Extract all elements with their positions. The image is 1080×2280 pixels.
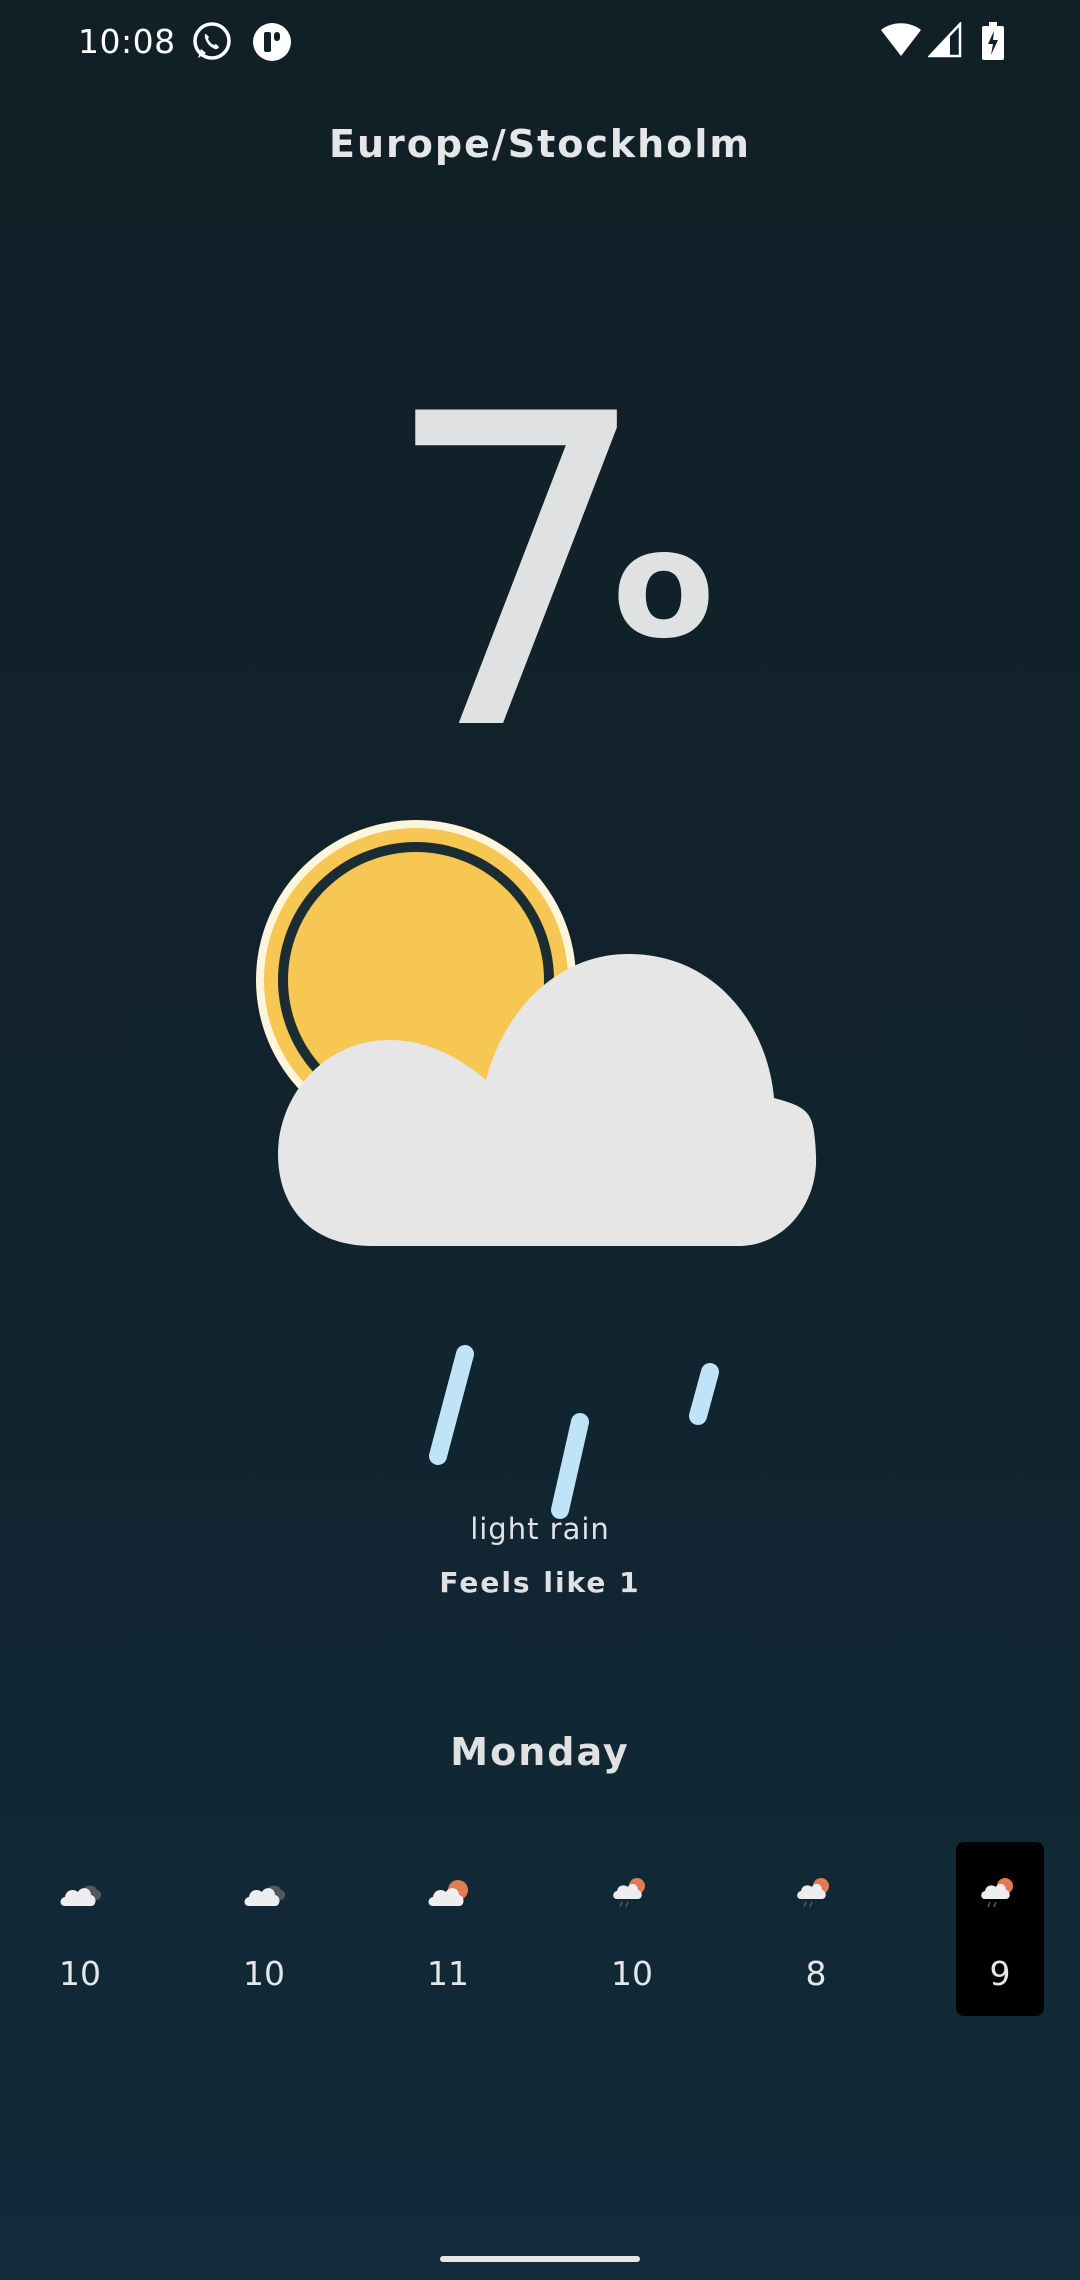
hourly-forecast: 10 10 11 10 8 9	[36, 1842, 1044, 2016]
forecast-item[interactable]: 11	[404, 1842, 492, 2016]
status-time: 10:08	[78, 22, 176, 61]
condition-text: light rain	[470, 1512, 610, 1546]
forecast-item[interactable]: 10	[220, 1842, 308, 2016]
forecast-temp: 11	[427, 1954, 469, 1993]
forecast-temp: 10	[243, 1954, 285, 1993]
cloud-sun-icon	[428, 1880, 468, 1906]
battery-charging-icon	[982, 22, 1004, 60]
day-label: Monday	[450, 1730, 630, 1774]
current-temperature: 7 o	[0, 360, 1080, 790]
status-bar: 10:08	[0, 0, 1080, 90]
wifi-icon	[881, 23, 921, 56]
forecast-temp: 10	[611, 1954, 653, 1993]
forecast-item[interactable]: 8	[772, 1842, 860, 2016]
forecast-item[interactable]: 10	[36, 1842, 124, 2016]
cloudy-icon	[244, 1885, 286, 1906]
temperature-unit: o	[612, 498, 716, 672]
cloud-sun-rain-icon	[981, 1878, 1013, 1908]
home-indicator[interactable]	[440, 2256, 640, 2262]
forecast-temp: 10	[59, 1954, 101, 1993]
cellular-signal-icon	[928, 22, 962, 58]
forecast-item[interactable]: 10	[588, 1842, 676, 2016]
forecast-temp: 8	[805, 1954, 827, 1993]
whatsapp-icon	[193, 22, 231, 60]
location-title: Europe/Stockholm	[329, 122, 751, 166]
forecast-item-selected[interactable]: 9	[956, 1842, 1044, 2016]
cloudy-icon	[60, 1885, 102, 1906]
app-notification-icon	[253, 23, 291, 61]
cloud-sun-rain-icon	[613, 1878, 645, 1908]
sun-cloud-rain-icon	[256, 820, 817, 1519]
feels-like-text: Feels like 1	[439, 1566, 641, 1599]
forecast-temp: 9	[989, 1954, 1011, 1993]
cloud-sun-rain-icon	[797, 1878, 829, 1908]
